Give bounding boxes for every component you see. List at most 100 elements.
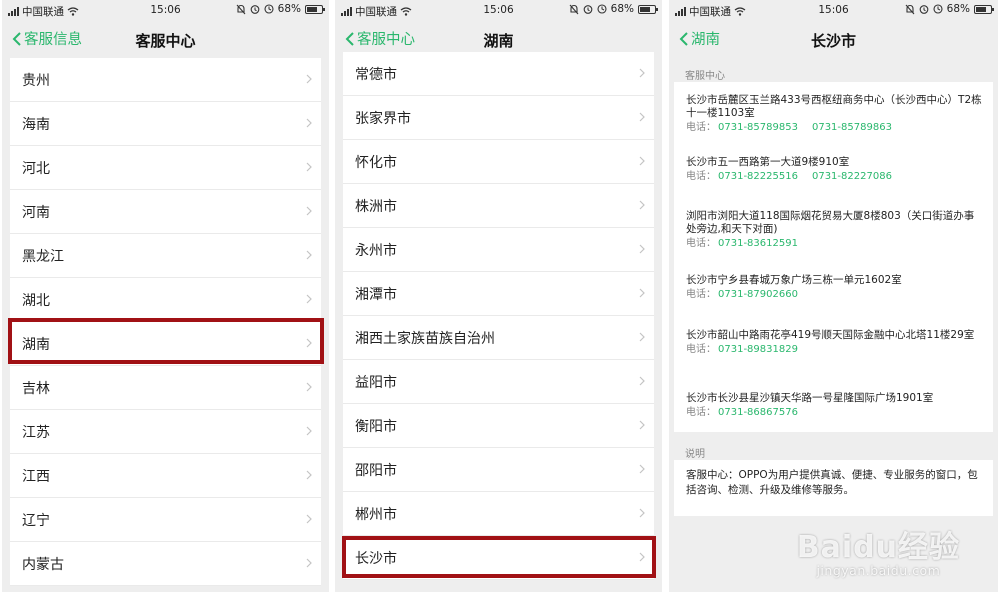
list-item-label: 内蒙古 (22, 556, 64, 573)
list-item-label: 怀化市 (355, 154, 397, 171)
list-item-label: 江西 (22, 468, 50, 485)
list-item-label: 郴州市 (355, 506, 397, 523)
list-item-label: 河南 (22, 204, 50, 221)
list-item[interactable]: 衡阳市 (343, 404, 654, 448)
chevron-right-icon (306, 426, 312, 436)
list-item[interactable]: 常德市 (343, 52, 654, 96)
phone-number-link[interactable]: 0731-86867576 (718, 407, 798, 418)
battery-percent: 68% (946, 3, 970, 15)
back-button[interactable]: 客服中心 (345, 28, 415, 49)
status-time: 15:06 (150, 4, 181, 16)
list-item-label: 贵州 (22, 72, 50, 89)
chevron-right-icon (639, 156, 645, 166)
list-item[interactable]: 怀化市 (343, 140, 654, 184)
back-button[interactable]: 湖南 (679, 28, 720, 49)
bell-off-icon (569, 4, 579, 14)
list-item[interactable]: 海南 (10, 102, 321, 146)
bell-off-icon (236, 4, 246, 14)
section-label-service-center: 客服中心 (685, 71, 725, 82)
list-item-label: 衡阳市 (355, 418, 397, 435)
chevron-right-icon (306, 294, 312, 304)
list-item-label: 海南 (22, 116, 50, 133)
chevron-right-icon (639, 200, 645, 210)
chevron-right-icon (306, 558, 312, 568)
phone-number-link[interactable]: 0731-82225516 (718, 171, 798, 182)
list-item[interactable]: 河南 (10, 190, 321, 234)
city-list: 常德市 张家界市怀化市株洲市永州市湘潭市湘西土家族苗族自治州益阳市衡阳市邵阳市郴州… (343, 52, 654, 580)
alarm-icon (583, 5, 593, 14)
battery-fill (640, 6, 650, 12)
contact-entry: 长沙市五一西路第一大道9楼910室 电话： 0731-82225516 0731-82… (686, 156, 983, 184)
baidu-watermark: Baidu经验 jingyan.baidu.com (797, 522, 960, 578)
list-item-label: 株洲市 (355, 198, 397, 215)
phone-number-link[interactable]: 0731-87902660 (718, 289, 798, 300)
contact-entry: 浏阳市浏阳大道118国际烟花贸易大厦8楼803（关口街道办事处旁边,和天下对面)… (686, 210, 983, 251)
contact-entry: 长沙市岳麓区玉兰路433号西枢纽商务中心（长沙西中心）T2栋十一楼1103室 电话… (686, 94, 983, 135)
list-item[interactable]: 永州市 (343, 228, 654, 272)
contact-address: 长沙市岳麓区玉兰路433号西枢纽商务中心（长沙西中心）T2栋十一楼1103室 (686, 94, 982, 119)
list-item[interactable]: 江西 (10, 454, 321, 498)
list-item[interactable]: 湖北 (10, 278, 321, 322)
phone-number-link[interactable]: 0731-85789853 (718, 122, 798, 133)
chevron-right-icon (639, 552, 645, 562)
list-item[interactable]: 邵阳市 (343, 448, 654, 492)
contact-phone-line: 电话： 0731-83612591 (686, 237, 983, 251)
battery-icon (974, 4, 994, 14)
phone-number-link[interactable]: 0731-89831829 (718, 344, 798, 355)
list-item[interactable]: 贵州 (10, 58, 321, 102)
back-label: 湖南 (691, 32, 720, 48)
battery-fill (307, 6, 317, 12)
status-bar: 中国联通 15:06 68% (2, 0, 329, 22)
chevron-right-icon (639, 288, 645, 298)
list-item-label: 长沙市 (355, 550, 397, 567)
chevron-right-icon (639, 244, 645, 254)
clock-icon (597, 4, 607, 14)
phone-prefix: 电话： (686, 407, 716, 418)
phone-number-link[interactable]: 0731-82227086 (812, 171, 892, 182)
list-item[interactable]: 内蒙古 (10, 542, 321, 586)
list-item[interactable]: 湘西土家族苗族自治州 (343, 316, 654, 360)
chevron-right-icon (306, 118, 312, 128)
chevron-right-icon (306, 206, 312, 216)
contacts-card: 长沙市岳麓区玉兰路433号西枢纽商务中心（长沙西中心）T2栋十一楼1103室电话… (674, 82, 993, 432)
list-item[interactable]: 辽宁 (10, 498, 321, 542)
battery-percent: 68% (277, 3, 301, 15)
chevron-right-icon (306, 470, 312, 480)
chevron-right-icon (306, 338, 312, 348)
status-bar: 中国联通 15:06 68% (669, 0, 998, 22)
note-text: 客服中心：OPPO为用户提供真诚、便捷、专业服务的窗口，包括咨询、检测、升级及维… (686, 469, 978, 496)
contact-entry: 长沙市长沙县星沙镇天华路一号星隆国际广场1901室 电话： 0731-8686757… (686, 392, 983, 420)
phone-prefix: 电话： (686, 289, 716, 300)
battery-icon (638, 4, 658, 14)
list-item-label: 湖南 (22, 336, 50, 353)
list-item[interactable]: 长沙市 (343, 536, 654, 580)
phone-number-link[interactable]: 0731-83612591 (718, 238, 798, 249)
list-item[interactable]: 河北 (10, 146, 321, 190)
page-title: 长沙市 (810, 32, 856, 50)
list-item-label: 永州市 (355, 242, 397, 259)
phone-number-link[interactable]: 0731-85789863 (812, 122, 892, 133)
list-item[interactable]: 郴州市 (343, 492, 654, 536)
chevron-right-icon (306, 382, 312, 392)
list-item-label: 益阳市 (355, 374, 397, 391)
list-item[interactable]: 吉林 (10, 366, 321, 410)
battery-percent: 68% (610, 3, 634, 15)
chevron-right-icon (639, 332, 645, 342)
list-item[interactable]: 株洲市 (343, 184, 654, 228)
chevron-right-icon (639, 376, 645, 386)
nav-bar: 湖南 长沙市 (669, 22, 998, 58)
list-item-label: 湘潭市 (355, 286, 397, 303)
list-item[interactable]: 益阳市 (343, 360, 654, 404)
alarm-icon (250, 5, 260, 14)
list-item[interactable]: 江苏 (10, 410, 321, 454)
back-button[interactable]: 客服信息 (12, 28, 82, 49)
battery-icon (305, 4, 325, 14)
list-item[interactable]: 湘潭市 (343, 272, 654, 316)
screen-city-changsha: 中国联通 15:06 68% 湖南 长沙市 客服中心 长沙市岳麓区玉兰路433号… (669, 0, 998, 592)
list-item[interactable]: 黑龙江 (10, 234, 321, 278)
list-item[interactable]: 湖南 (10, 322, 321, 366)
list-item[interactable]: 张家界市 (343, 96, 654, 140)
contact-phone-line: 电话： 0731-87902660 (686, 288, 983, 302)
back-label: 客服信息 (24, 32, 82, 48)
chevron-right-icon (639, 68, 645, 78)
